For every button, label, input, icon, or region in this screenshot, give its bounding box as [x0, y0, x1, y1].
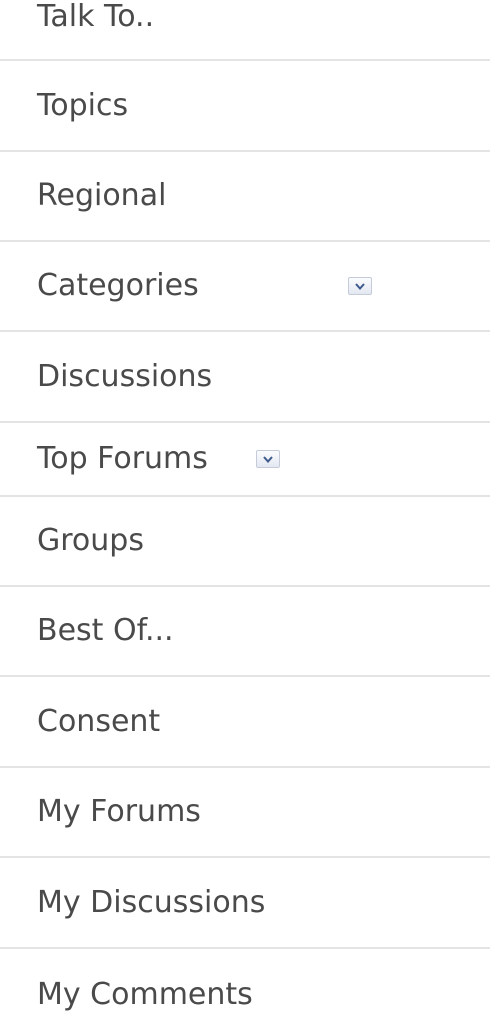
menu-item-top-forums[interactable]: Top Forums — [0, 423, 490, 497]
top-forums-dropdown-button[interactable] — [256, 450, 280, 468]
menu-item-label: Topics — [37, 87, 129, 123]
chevron-down-icon — [355, 282, 365, 290]
menu-item-talk-to[interactable]: Talk To.. — [0, 0, 490, 61]
menu-item-label: Talk To.. — [37, 0, 155, 34]
menu-item-my-discussions[interactable]: My Discussions — [0, 858, 490, 949]
categories-dropdown-button[interactable] — [348, 277, 372, 295]
menu-item-discussions[interactable]: Discussions — [0, 332, 490, 423]
menu-item-label: Discussions — [37, 358, 213, 394]
menu-item-my-forums[interactable]: My Forums — [0, 768, 490, 858]
menu-item-consent[interactable]: Consent — [0, 677, 490, 768]
menu-item-categories[interactable]: Categories — [0, 242, 490, 332]
menu-item-label: Groups — [37, 523, 144, 558]
nav-menu: Talk To.. Topics Regional Categories Dis… — [0, 0, 490, 1024]
menu-item-label: My Forums — [37, 794, 201, 829]
menu-item-topics[interactable]: Topics — [0, 61, 490, 152]
menu-item-label: Top Forums — [37, 441, 208, 476]
menu-item-groups[interactable]: Groups — [0, 497, 490, 587]
menu-item-label: Regional — [37, 178, 167, 213]
menu-item-label: My Comments — [37, 977, 253, 1012]
menu-item-label: Categories — [37, 268, 199, 303]
menu-item-label: My Discussions — [37, 884, 266, 920]
chevron-down-icon — [263, 455, 273, 463]
menu-item-label: Best Of... — [37, 613, 174, 648]
menu-item-best-of[interactable]: Best Of... — [0, 587, 490, 677]
menu-item-label: Consent — [37, 703, 161, 739]
menu-item-regional[interactable]: Regional — [0, 152, 490, 242]
menu-item-my-comments[interactable]: My Comments — [0, 949, 490, 1024]
